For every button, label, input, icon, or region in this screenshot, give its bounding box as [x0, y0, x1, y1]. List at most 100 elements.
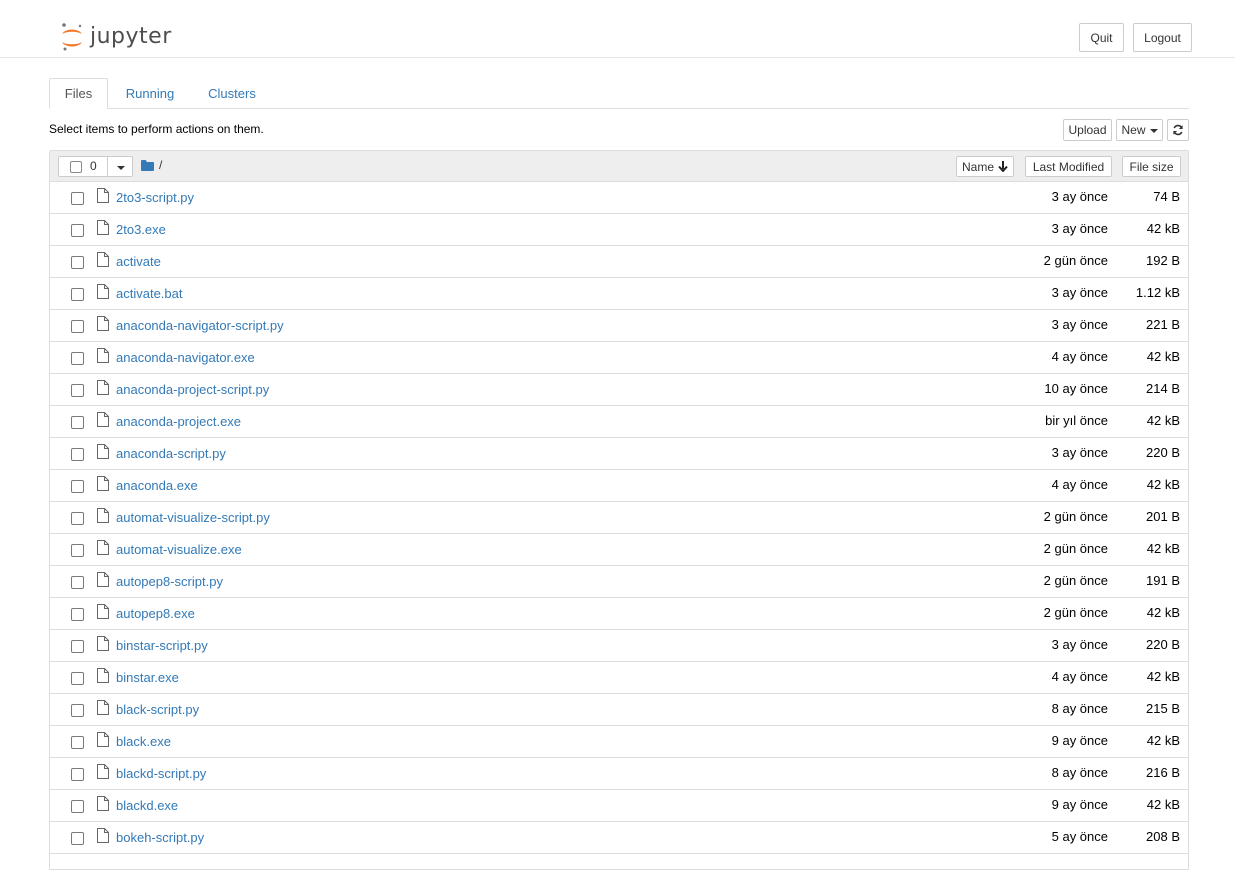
file-checkbox[interactable]	[71, 192, 84, 205]
file-icon	[97, 732, 109, 747]
file-checkbox[interactable]	[71, 544, 84, 557]
file-name-link[interactable]: black.exe	[116, 734, 171, 749]
file-row[interactable]: activate 2 gün önce 192 B	[50, 246, 1188, 278]
file-checkbox[interactable]	[71, 576, 84, 589]
file-name-link[interactable]: automat-visualize.exe	[116, 542, 242, 557]
file-checkbox[interactable]	[71, 800, 84, 813]
file-name-link[interactable]: blackd.exe	[116, 798, 178, 813]
file-checkbox[interactable]	[71, 352, 84, 365]
file-name-link[interactable]: autopep8.exe	[116, 606, 195, 621]
file-row[interactable]: autopep8-script.py 2 gün önce 191 B	[50, 566, 1188, 598]
file-row[interactable]: anaconda-navigator.exe 4 ay önce 42 kB	[50, 342, 1188, 374]
file-row[interactable]: binstar-script.py 3 ay önce 220 B	[50, 630, 1188, 662]
sort-by-size-button[interactable]: File size	[1122, 156, 1181, 177]
sort-by-modified-button[interactable]: Last Modified	[1025, 156, 1112, 177]
file-row[interactable]: anaconda-script.py 3 ay önce 220 B	[50, 438, 1188, 470]
tab-running[interactable]: Running	[111, 78, 189, 109]
file-size: 216 B	[1146, 765, 1180, 780]
file-checkbox[interactable]	[71, 480, 84, 493]
file-icon	[97, 412, 109, 427]
file-checkbox[interactable]	[71, 672, 84, 685]
file-modified: 3 ay önce	[1051, 221, 1108, 236]
file-modified: 2 gün önce	[1043, 605, 1108, 620]
jupyter-logo[interactable]: jupyter	[60, 20, 172, 54]
file-size: 42 kB	[1146, 605, 1180, 620]
quit-button[interactable]: Quit	[1079, 23, 1124, 52]
new-dropdown-button[interactable]: New	[1116, 119, 1163, 141]
file-name-link[interactable]: anaconda-script.py	[116, 446, 226, 461]
file-checkbox[interactable]	[71, 288, 84, 301]
select-dropdown-toggle[interactable]	[107, 157, 134, 176]
file-modified: 3 ay önce	[1051, 637, 1108, 652]
arrow-down-icon	[998, 161, 1008, 172]
file-size: 220 B	[1146, 445, 1180, 460]
file-icon	[97, 508, 109, 523]
file-name-link[interactable]: blackd-script.py	[116, 766, 206, 781]
file-name-link[interactable]: automat-visualize-script.py	[116, 510, 270, 525]
sort-by-name-button[interactable]: Name	[956, 156, 1014, 177]
file-icon	[97, 348, 109, 363]
file-icon	[97, 572, 109, 587]
file-checkbox[interactable]	[71, 768, 84, 781]
file-name-link[interactable]: activate	[116, 254, 161, 269]
file-checkbox[interactable]	[71, 608, 84, 621]
refresh-button[interactable]	[1167, 119, 1189, 141]
file-name-link[interactable]: anaconda-project.exe	[116, 414, 241, 429]
file-name-link[interactable]: autopep8-script.py	[116, 574, 223, 589]
file-checkbox[interactable]	[71, 224, 84, 237]
file-row[interactable]: anaconda-navigator-script.py 3 ay önce 221…	[50, 310, 1188, 342]
file-list-header: 0 / Name Last Modified File size	[50, 151, 1188, 182]
file-modified: 3 ay önce	[1051, 445, 1108, 460]
file-name-link[interactable]: anaconda-navigator.exe	[116, 350, 255, 365]
file-row[interactable]: anaconda-project-script.py 10 ay önce 214 …	[50, 374, 1188, 406]
upload-button[interactable]: Upload	[1063, 119, 1112, 141]
select-all-checkbox[interactable]	[70, 161, 82, 173]
file-row[interactable]: blackd.exe 9 ay önce 42 kB	[50, 790, 1188, 822]
breadcrumb-root[interactable]: /	[159, 158, 162, 172]
file-checkbox[interactable]	[71, 448, 84, 461]
file-row[interactable]: blackd-script.py 8 ay önce 216 B	[50, 758, 1188, 790]
folder-icon[interactable]	[141, 159, 154, 171]
file-checkbox[interactable]	[71, 736, 84, 749]
file-checkbox[interactable]	[71, 832, 84, 845]
file-checkbox[interactable]	[71, 640, 84, 653]
file-icon	[97, 668, 109, 683]
file-modified: bir yıl önce	[1045, 413, 1108, 428]
file-row[interactable]: 2to3-script.py 3 ay önce 74 B	[50, 182, 1188, 214]
file-checkbox[interactable]	[71, 256, 84, 269]
file-row[interactable]: black.exe 9 ay önce 42 kB	[50, 726, 1188, 758]
file-name-link[interactable]: bokeh-script.py	[116, 830, 204, 845]
file-row[interactable]: 2to3.exe 3 ay önce 42 kB	[50, 214, 1188, 246]
file-name-link[interactable]: 2to3-script.py	[116, 190, 194, 205]
tab-files[interactable]: Files	[49, 78, 108, 109]
file-checkbox[interactable]	[71, 704, 84, 717]
file-checkbox[interactable]	[71, 384, 84, 397]
file-name-link[interactable]: anaconda-navigator-script.py	[116, 318, 284, 333]
file-name-link[interactable]: binstar-script.py	[116, 638, 208, 653]
file-row[interactable]: automat-visualize-script.py 2 gün önce 201…	[50, 502, 1188, 534]
logo-text: jupyter	[90, 23, 172, 49]
file-row[interactable]: black-script.py 8 ay önce 215 B	[50, 694, 1188, 726]
file-row[interactable]: automat-visualize.exe 2 gün önce 42 kB	[50, 534, 1188, 566]
file-row[interactable]: activate.bat 3 ay önce 1.12 kB	[50, 278, 1188, 310]
caret-down-icon	[117, 165, 125, 170]
select-all-group: 0	[58, 156, 133, 177]
file-row[interactable]: autopep8.exe 2 gün önce 42 kB	[50, 598, 1188, 630]
file-row[interactable]: bokeh-script.py 5 ay önce 208 B	[50, 822, 1188, 854]
file-checkbox[interactable]	[71, 320, 84, 333]
file-name-link[interactable]: binstar.exe	[116, 670, 179, 685]
file-row[interactable]: anaconda.exe 4 ay önce 42 kB	[50, 470, 1188, 502]
file-checkbox[interactable]	[71, 416, 84, 429]
file-name-link[interactable]: 2to3.exe	[116, 222, 166, 237]
file-checkbox[interactable]	[71, 512, 84, 525]
file-row[interactable]: binstar.exe 4 ay önce 42 kB	[50, 662, 1188, 694]
header-bar: jupyter Quit Logout	[0, 0, 1235, 58]
file-row[interactable]: anaconda-project.exe bir yıl önce 42 kB	[50, 406, 1188, 438]
file-size: 214 B	[1146, 381, 1180, 396]
file-name-link[interactable]: black-script.py	[116, 702, 199, 717]
file-name-link[interactable]: anaconda-project-script.py	[116, 382, 269, 397]
tab-clusters[interactable]: Clusters	[197, 78, 267, 109]
file-name-link[interactable]: anaconda.exe	[116, 478, 198, 493]
file-name-link[interactable]: activate.bat	[116, 286, 183, 301]
logout-button[interactable]: Logout	[1133, 23, 1192, 52]
